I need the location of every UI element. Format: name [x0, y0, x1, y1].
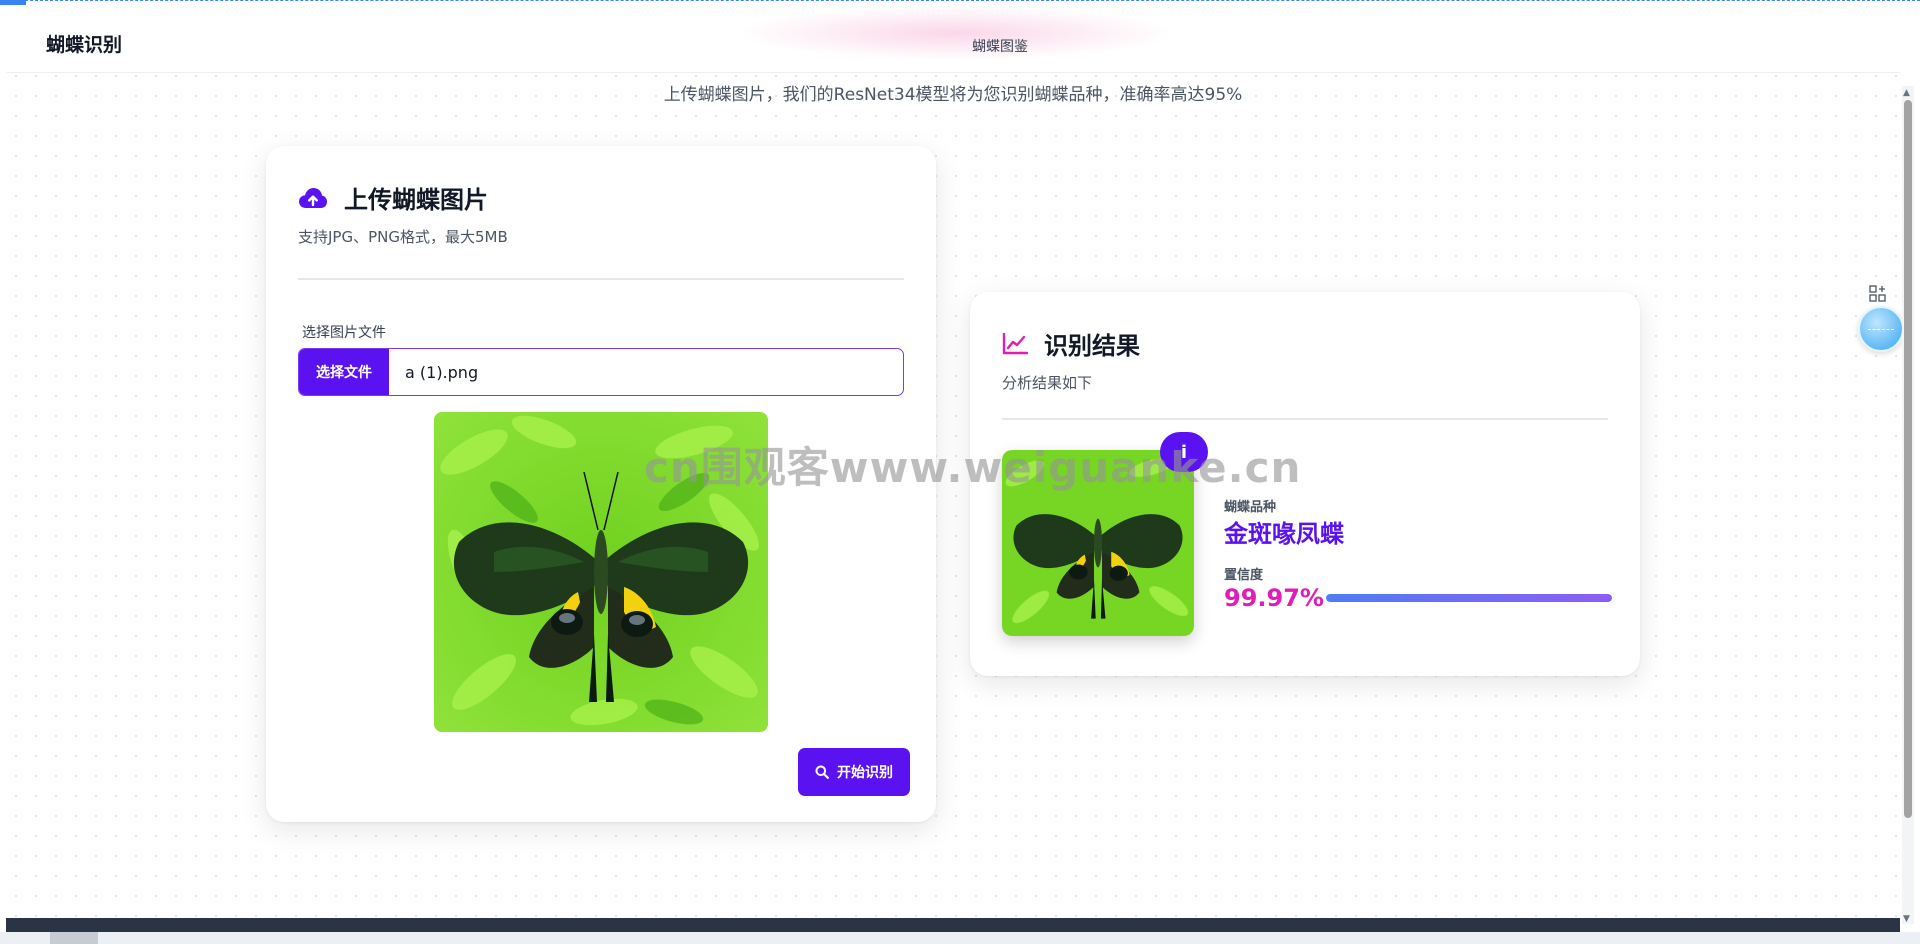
species-label: 蝴蝶品种 — [1224, 500, 1277, 515]
upload-title-text: 上传蝴蝶图片 — [344, 186, 488, 214]
navbar: 蝴蝶识别 蝴蝶图鉴 — [6, 6, 1900, 73]
page-background: 蝴蝶识别 蝴蝶图鉴 上传蝴蝶图片，我们的ResNet34模型将为您识别蝴蝶品种，… — [6, 6, 1900, 918]
result-card-title: 识别结果 — [1002, 326, 1140, 361]
scroll-up-arrow[interactable]: ▲ — [1903, 88, 1910, 98]
start-recognition-button[interactable]: 开始识别 — [798, 748, 910, 796]
result-card-description: 分析结果如下 — [1002, 374, 1093, 392]
species-name: 金斑喙凤蝶 — [1224, 520, 1344, 548]
hero-subtitle: 上传蝴蝶图片，我们的ResNet34模型将为您识别蝴蝶品种，准确率高达95% — [663, 85, 1243, 105]
confidence-value: 99.97% — [1224, 584, 1324, 612]
search-icon — [815, 765, 829, 779]
scrollbar-thumb[interactable] — [1904, 100, 1912, 818]
floating-assistant-ball[interactable] — [1858, 306, 1904, 352]
upload-divider — [298, 278, 904, 280]
confidence-bar-fill — [1326, 594, 1612, 602]
upload-card-title: 上传蝴蝶图片 — [298, 180, 488, 215]
start-button-label: 开始识别 — [837, 765, 893, 781]
confidence-label: 置信度 — [1224, 568, 1264, 583]
nav-link-gallery[interactable]: 蝴蝶图鉴 — [972, 36, 1028, 56]
choose-file-button[interactable]: 选择文件 — [299, 349, 389, 395]
bottom-scroll-strip[interactable] — [0, 932, 1920, 944]
watermark-text: cn围观客www.weiguanke.cn — [644, 443, 1302, 492]
file-input-label: 选择图片文件 — [302, 325, 386, 341]
scroll-down-arrow[interactable]: ▼ — [1903, 914, 1910, 924]
file-input[interactable]: 选择文件 a (1).png — [298, 348, 904, 396]
result-title-text: 识别结果 — [1044, 332, 1140, 360]
bottom-dark-bar — [6, 918, 1900, 932]
selected-file-name: a (1).png — [405, 362, 479, 382]
brand-title[interactable]: 蝴蝶识别 — [46, 30, 122, 57]
upload-card-description: 支持JPG、PNG格式，最大5MB — [298, 228, 508, 246]
chart-line-icon — [1002, 332, 1028, 354]
top-focus-strip — [0, 0, 1920, 5]
confidence-bar — [1326, 594, 1612, 602]
cloud-upload-icon — [299, 187, 327, 208]
apps-grid-icon[interactable] — [1868, 284, 1888, 304]
result-divider — [1002, 418, 1608, 420]
header-glow — [736, 6, 1176, 60]
